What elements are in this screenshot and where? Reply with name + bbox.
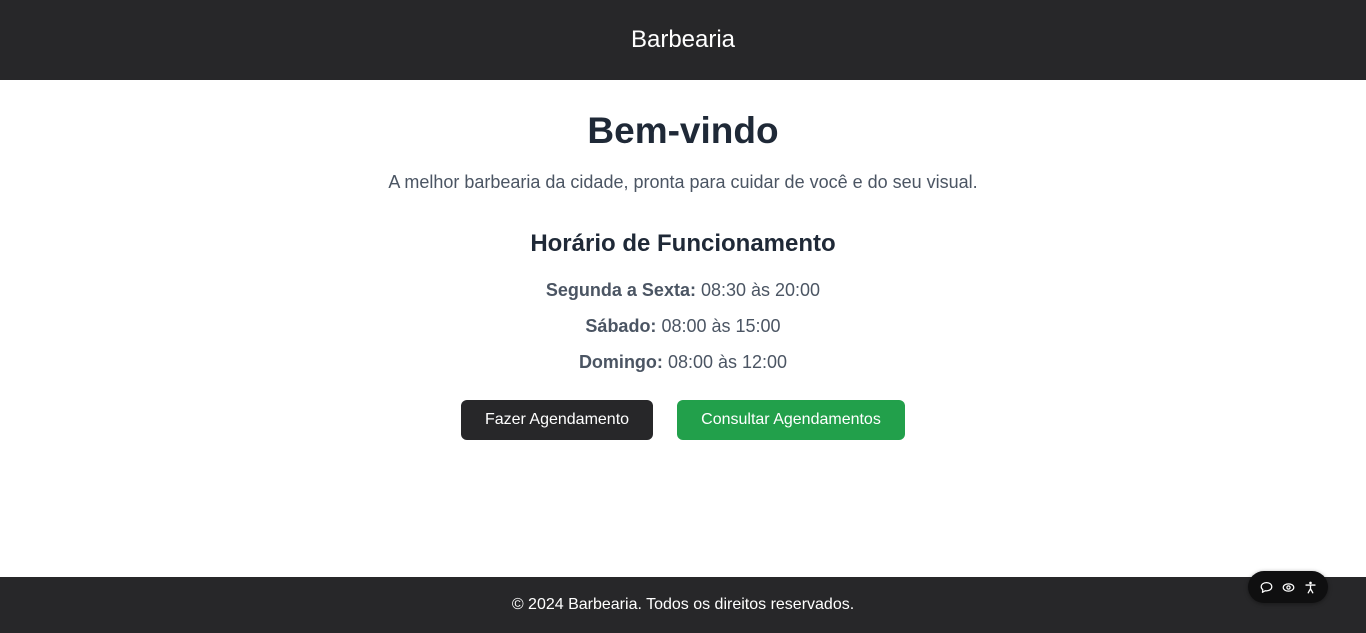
accessibility-icon[interactable] xyxy=(1302,579,1318,595)
hours-time: 08:00 às 15:00 xyxy=(661,316,781,336)
page-title: Bem-vindo xyxy=(587,110,779,151)
page-subtitle: A melhor barbearia da cidade, pronta par… xyxy=(388,172,978,192)
brand-title: Barbearia xyxy=(630,25,736,53)
site-header: Barbearia xyxy=(0,0,1366,80)
hours-row-sunday: Domingo: 08:00 às 12:00 xyxy=(0,352,1366,373)
hours-day-label: Domingo: xyxy=(578,352,663,372)
hours-time: 08:00 às 12:00 xyxy=(667,352,788,372)
eye-icon[interactable] xyxy=(1280,579,1296,595)
footer-copyright: © 2024 Barbearia. Todos os direitos rese… xyxy=(511,596,855,613)
page: Barbearia Bem-vindo A melhor barbearia d… xyxy=(0,0,1366,633)
floating-widget xyxy=(1248,571,1328,603)
hours-title: Horário de Funcionamento xyxy=(530,230,836,257)
hours-day-label: Segunda a Sexta: xyxy=(545,280,696,300)
hours-day-label: Sábado: xyxy=(585,316,657,336)
hours-time: 08:30 às 20:00 xyxy=(700,280,821,300)
hours-row-saturday: Sábado: 08:00 às 15:00 xyxy=(0,316,1366,337)
site-footer: © 2024 Barbearia. Todos os direitos rese… xyxy=(0,577,1366,633)
schedule-button[interactable]: Fazer Agendamento xyxy=(461,400,653,440)
chat-icon[interactable] xyxy=(1258,579,1274,595)
hours-row-weekdays: Segunda a Sexta: 08:30 às 20:00 xyxy=(0,280,1366,301)
consult-appointments-button[interactable]: Consultar Agendamentos xyxy=(677,400,905,440)
